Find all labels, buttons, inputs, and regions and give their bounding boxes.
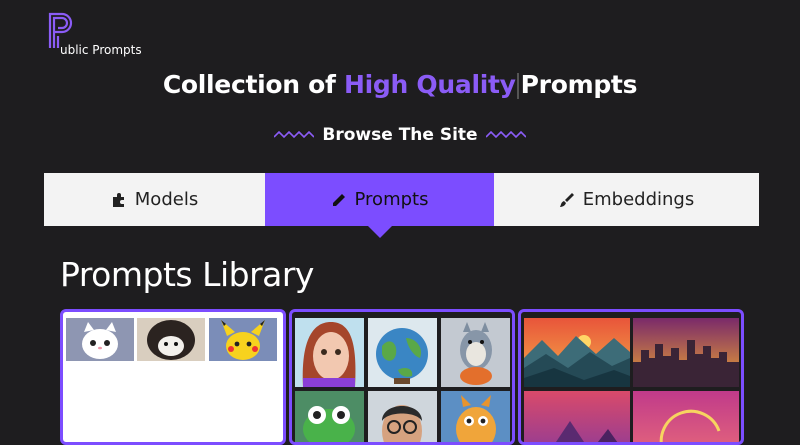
thumbnail-image (633, 318, 739, 387)
thumbnail-image (368, 391, 437, 442)
thumbnail-image (524, 391, 630, 442)
thumbnail-image (524, 318, 630, 387)
thumbnail-image (633, 391, 739, 442)
squiggle-right-icon (485, 130, 526, 139)
headline-part2: Prompts (520, 70, 638, 99)
logo-text: ublic Prompts (60, 43, 142, 57)
tab-embeddings[interactable]: Embeddings (494, 173, 759, 226)
brush-icon (559, 192, 575, 208)
typing-caret (516, 73, 519, 99)
puzzle-icon (111, 192, 127, 208)
headline-part1: Collection of (162, 70, 336, 99)
thumbnail-image (137, 318, 205, 361)
category-tabs: Models Prompts Embeddings (44, 173, 759, 238)
tab-models-label: Models (134, 189, 199, 210)
thumbnail-image (368, 318, 437, 387)
thumbnail-image (209, 318, 277, 361)
thumbnail-image (441, 391, 510, 442)
library-title: Prompts Library (60, 255, 314, 294)
browse-heading: Browse The Site (0, 125, 800, 145)
thumbnail-image (441, 318, 510, 387)
tab-embeddings-label: Embeddings (582, 189, 695, 210)
squiggle-left-icon (274, 130, 315, 139)
page-headline: Collection of High Quality Prompts (0, 70, 800, 99)
thumbnail-image (295, 318, 364, 387)
browse-label: Browse The Site (322, 125, 478, 145)
prompt-card[interactable] (60, 309, 286, 445)
pencil-icon (331, 192, 347, 208)
tab-prompts-label: Prompts (354, 189, 429, 210)
thumbnail-image (295, 391, 364, 442)
prompt-card[interactable] (518, 309, 744, 445)
prompt-card[interactable] (289, 309, 515, 445)
tab-prompts[interactable]: Prompts (265, 173, 494, 238)
thumbnail-image (66, 318, 134, 361)
tab-models[interactable]: Models (44, 173, 265, 226)
headline-highlight: High Quality (344, 70, 516, 99)
